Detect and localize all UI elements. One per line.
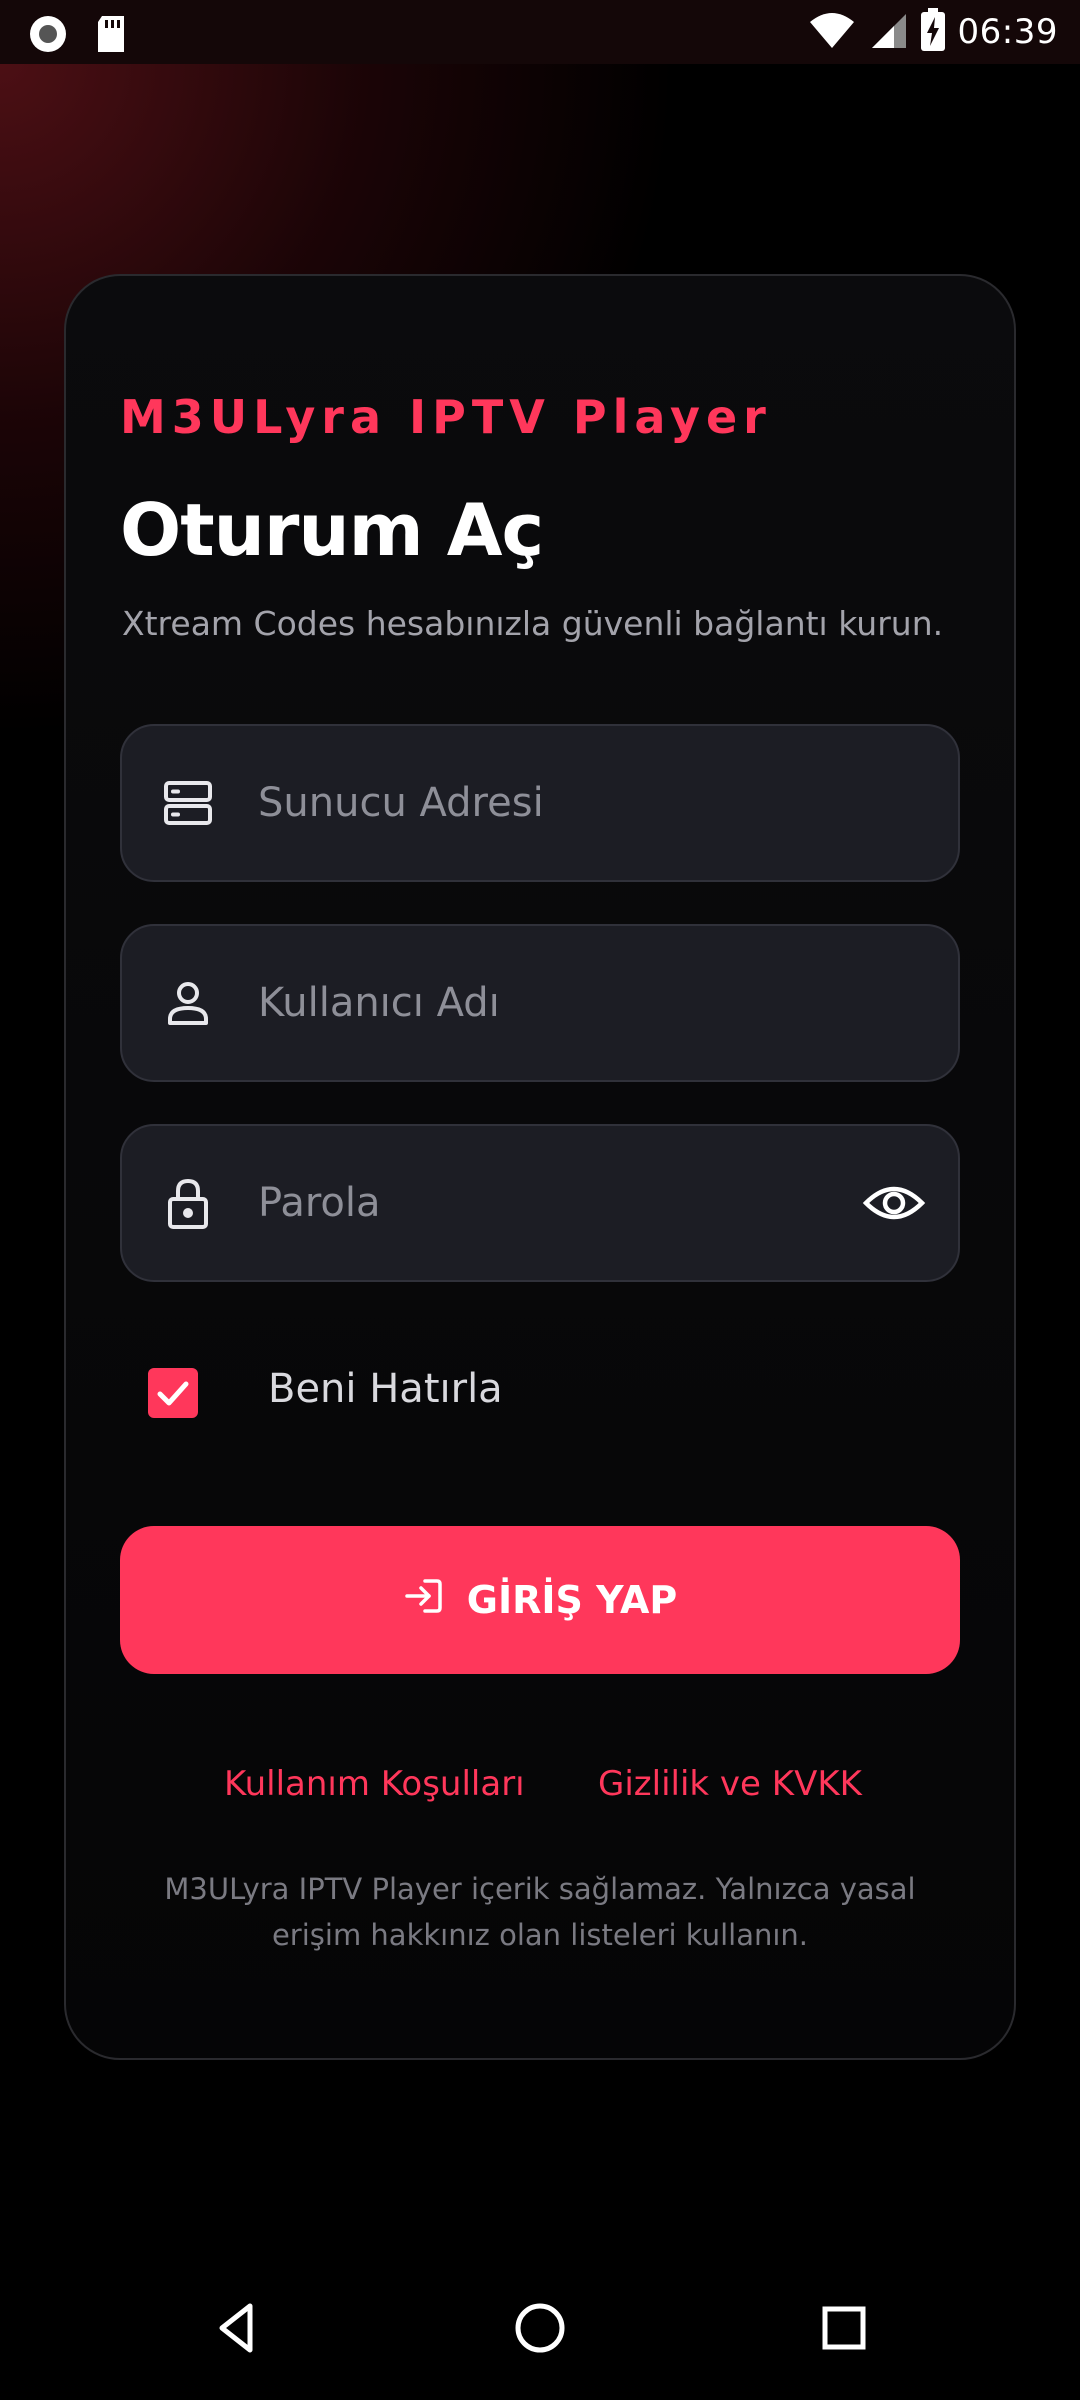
server-icon <box>160 775 216 831</box>
back-icon[interactable] <box>208 2298 268 2358</box>
eye-icon[interactable] <box>862 1179 926 1227</box>
page-subtitle: Xtream Codes hesabınızla güvenli bağlant… <box>122 604 944 643</box>
login-button-label: GİRİŞ YAP <box>466 1578 678 1622</box>
login-icon <box>403 1575 445 1626</box>
disclaimer-text: M3ULyra IPTV Player içerik sağlamaz. Yal… <box>164 1872 916 1952</box>
password-input[interactable] <box>258 1180 818 1226</box>
battery-charging-icon <box>920 8 946 56</box>
privacy-link[interactable]: Gizlilik ve KVKK <box>598 1764 862 1804</box>
brand-name: M3ULyra IPTV Player <box>120 390 772 444</box>
home-icon[interactable] <box>510 2298 570 2358</box>
password-field[interactable] <box>120 1124 960 1282</box>
status-bar: 06:39 <box>0 0 1080 64</box>
remember-checkbox[interactable] <box>148 1368 198 1418</box>
nav-bar <box>0 2256 1080 2400</box>
server-input[interactable] <box>258 780 818 826</box>
status-time: 06:39 <box>957 12 1058 52</box>
wifi-icon <box>808 10 856 54</box>
recents-icon[interactable] <box>814 2298 874 2358</box>
login-button[interactable]: GİRİŞ YAP <box>120 1526 960 1674</box>
remember-label[interactable]: Beni Hatırla <box>268 1366 503 1412</box>
username-input[interactable] <box>258 980 818 1026</box>
terms-link[interactable]: Kullanım Koşulları <box>224 1764 525 1804</box>
lock-icon <box>160 1175 216 1231</box>
record-icon <box>28 14 68 58</box>
username-field[interactable] <box>120 924 960 1082</box>
server-field[interactable] <box>120 724 960 882</box>
cell-signal-icon <box>868 10 908 54</box>
page-title: Oturum Aç <box>120 488 544 572</box>
check-icon <box>157 1381 189 1406</box>
user-icon <box>160 975 216 1031</box>
sd-card-icon <box>94 14 128 58</box>
